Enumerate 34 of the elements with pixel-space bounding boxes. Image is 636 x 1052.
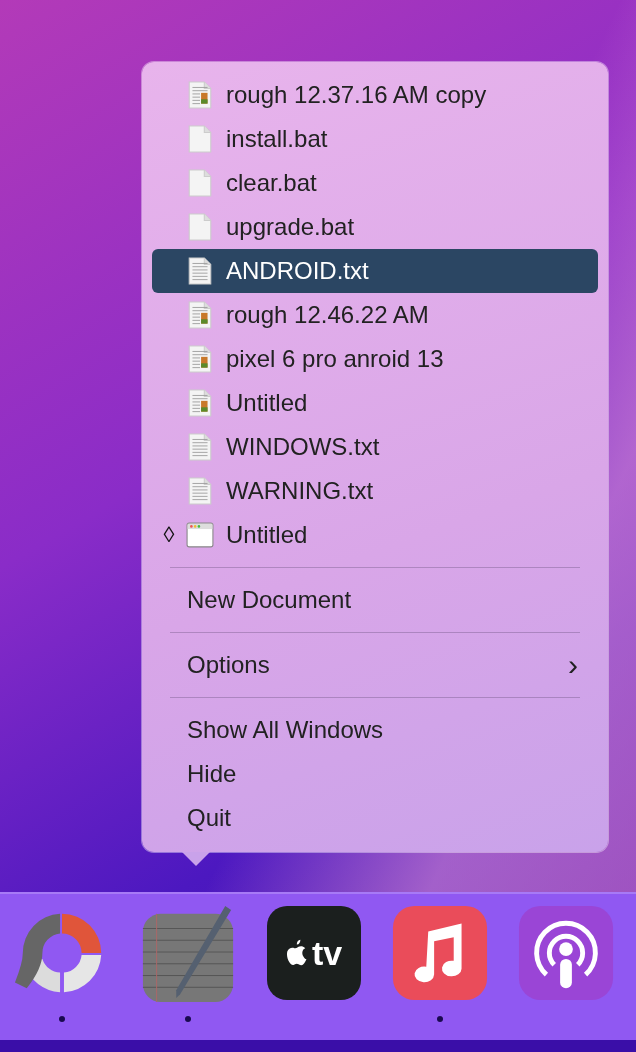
menu-item[interactable]: New Document [152, 578, 598, 622]
document-menu-item[interactable]: rough 12.37.16 AM copy [152, 73, 598, 117]
document-menu-item[interactable]: rough 12.46.22 AM [152, 293, 598, 337]
current-window-marker: ◊ [163, 522, 175, 548]
document-icon [186, 301, 214, 329]
document-icon [186, 257, 214, 285]
document-icon [186, 213, 214, 241]
menu-item[interactable]: Show All Windows [152, 708, 598, 752]
document-icon [186, 433, 214, 461]
document-menu-item[interactable]: clear.bat [152, 161, 598, 205]
tv-logo-text: tv [311, 933, 343, 973]
document-icon [186, 125, 214, 153]
menu-item[interactable]: Quit [152, 796, 598, 840]
document-menu-item[interactable]: upgrade.bat [152, 205, 598, 249]
document-icon [186, 169, 214, 197]
menu-item[interactable]: Hide [152, 752, 598, 796]
document-icon [186, 389, 214, 417]
document-menu-item[interactable]: pixel 6 pro anroid 13 [152, 337, 598, 381]
document-menu-item[interactable]: ANDROID.txt [152, 249, 598, 293]
document-menu-item[interactable]: ◊ Untitled [152, 513, 598, 557]
document-icon [186, 345, 214, 373]
music-note-app-icon[interactable] [391, 904, 489, 1002]
menu-item[interactable]: Options › [152, 643, 598, 687]
document-menu-item[interactable]: WINDOWS.txt [152, 425, 598, 469]
document-menu-item[interactable]: Untitled [152, 381, 598, 425]
submenu-arrow: › [568, 648, 578, 682]
document-menu-item[interactable]: install.bat [152, 117, 598, 161]
window-icon [186, 521, 214, 549]
document-icon [186, 81, 214, 109]
document-icon [186, 477, 214, 505]
podcast-app-icon[interactable] [517, 904, 615, 1002]
tv-app-icon[interactable]: tv [267, 906, 361, 1000]
menu-pointer [182, 852, 210, 866]
document-menu-item[interactable]: WARNING.txt [152, 469, 598, 513]
